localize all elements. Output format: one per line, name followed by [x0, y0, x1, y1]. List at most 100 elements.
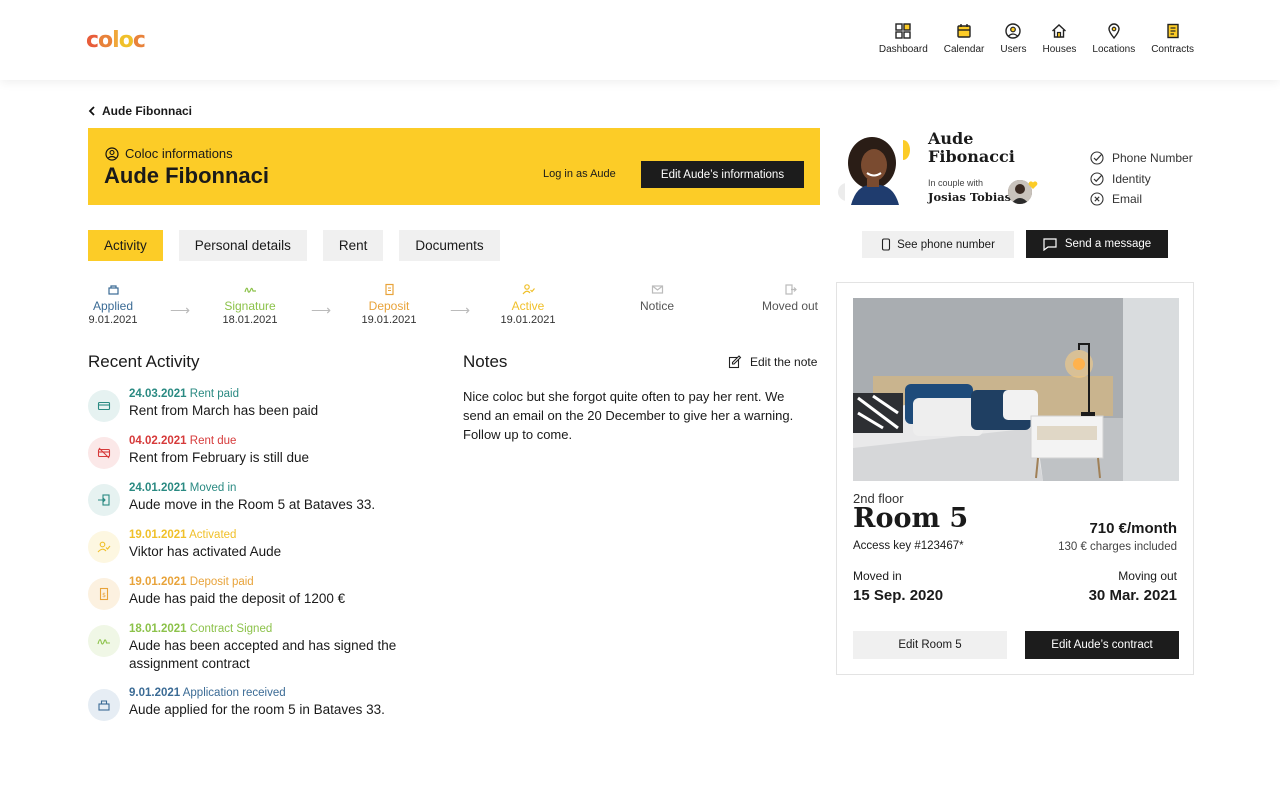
edit-icon — [728, 355, 742, 369]
signature-icon — [88, 625, 120, 657]
verification-list: Phone Number Identity Email — [1090, 148, 1193, 210]
nav-houses-label: Houses — [1042, 44, 1077, 55]
top-bar: coloc Dashboard Calendar Users Houses Lo… — [0, 0, 1280, 80]
svg-text:$: $ — [102, 592, 106, 599]
see-phone-button[interactable]: See phone number — [862, 231, 1014, 258]
login-as-button[interactable]: Log in as Aude — [543, 168, 616, 180]
step-notice: Notice — [636, 283, 678, 313]
tab-activity[interactable]: Activity — [88, 230, 163, 261]
activity-item: 18.01.2021 Contract Signed Aude has been… — [88, 623, 438, 673]
activity-status: Activated — [189, 529, 237, 541]
notes-title: Notes — [463, 352, 508, 371]
mail-icon — [651, 285, 663, 294]
house-key-icon — [107, 285, 119, 295]
recent-activity-title: Recent Activity — [88, 352, 200, 371]
user-circle-icon — [105, 146, 119, 161]
see-phone-label: See phone number — [897, 238, 995, 251]
arrow-right-icon: ⟶ — [170, 302, 191, 318]
activity-item: 04.02.2021 Rent due Rent from February i… — [88, 435, 438, 469]
step-deposit-date: 19.01.2021 — [361, 314, 417, 326]
activity-text: Aude has been accepted and has signed th… — [129, 638, 397, 671]
room-name: Room 5 — [853, 503, 969, 534]
check-email-label: Email — [1112, 192, 1143, 207]
nav-dashboard[interactable]: Dashboard — [879, 22, 928, 55]
activity-text: Rent from February is still due — [129, 450, 310, 465]
activity-status: Deposit paid — [189, 576, 254, 588]
back-link-label: Aude Fibonnaci — [102, 104, 192, 118]
receipt-icon — [384, 283, 394, 296]
room-price: 710 €/month — [1089, 520, 1177, 537]
tab-personal-details[interactable]: Personal details — [178, 230, 307, 261]
activity-item: 19.01.2021 Activated Viktor has activate… — [88, 529, 438, 563]
login-icon — [88, 484, 120, 516]
check-phone: Phone Number — [1090, 148, 1193, 169]
nav-calendar[interactable]: Calendar — [943, 22, 985, 55]
activity-status: Moved in — [189, 482, 237, 494]
edit-contract-button[interactable]: Edit Aude’s contract — [1025, 631, 1179, 659]
step-applied: Applied 9.01.2021 — [88, 283, 138, 326]
couple-label: In couple with — [928, 178, 984, 188]
tab-bar: Activity Personal details Rent Documents — [88, 230, 500, 261]
nav-users[interactable]: Users — [1000, 22, 1026, 55]
tab-documents[interactable]: Documents — [399, 230, 500, 261]
document-icon — [1166, 23, 1179, 39]
activity-date: 19.01.2021 — [129, 576, 187, 588]
step-signature-label: Signature — [224, 299, 276, 313]
calendar-icon — [957, 24, 971, 38]
banner-subtitle-text: Coloc informations — [125, 146, 233, 161]
grid-icon — [895, 23, 911, 39]
nav-calendar-label: Calendar — [943, 44, 985, 55]
coloc-banner: Coloc informations Aude Fibonnaci Log in… — [88, 128, 820, 205]
activity-item: 9.01.2021 Application received Aude appl… — [88, 687, 438, 721]
step-deposit-label: Deposit — [368, 299, 410, 313]
step-moved-out-label: Moved out — [761, 299, 819, 313]
edit-informations-button[interactable]: Edit Aude’s informations — [641, 161, 804, 188]
exit-icon — [784, 284, 797, 295]
check-circle-icon — [1090, 172, 1104, 186]
notes-text: Nice coloc but she forgot quite often to… — [463, 389, 794, 442]
edit-note-label: Edit the note — [750, 355, 818, 369]
tab-rent[interactable]: Rent — [322, 230, 384, 261]
activity-date: 9.01.2021 — [129, 687, 181, 699]
edit-note-button[interactable]: Edit the note — [728, 355, 817, 369]
progress-steps: Applied 9.01.2021 ⟶ Signature 18.01.2021… — [88, 283, 820, 333]
step-signature-date: 18.01.2021 — [222, 314, 278, 326]
message-icon — [1043, 237, 1057, 251]
step-active: Active 19.01.2021 — [499, 283, 557, 326]
main-nav: Dashboard Calendar Users Houses Location… — [879, 22, 1194, 55]
step-signature: Signature 18.01.2021 — [218, 283, 282, 326]
check-identity-label: Identity — [1112, 171, 1151, 186]
back-link[interactable]: Aude Fibonnaci — [88, 104, 192, 118]
nav-users-label: Users — [1000, 44, 1027, 55]
activity-text: Aude has paid the deposit of 1200 € — [129, 591, 346, 606]
user-check-icon — [88, 531, 120, 563]
activity-text: Aude applied for the room 5 in Bataves 3… — [129, 702, 385, 717]
arrow-right-icon: ⟶ — [311, 302, 332, 318]
activity-date: 18.01.2021 — [129, 623, 187, 635]
banner-name: Aude Fibonnaci — [104, 163, 269, 188]
user-icon — [1005, 23, 1022, 39]
nav-houses[interactable]: Houses — [1042, 22, 1076, 55]
edit-room-button[interactable]: Edit Room 5 — [853, 631, 1007, 659]
send-message-button[interactable]: Send a message — [1026, 230, 1168, 258]
banner-subtitle: Coloc informations — [105, 146, 233, 161]
profile-name: Aude Fibonacci — [928, 130, 1015, 166]
coloc-logo[interactable]: coloc — [86, 28, 146, 53]
check-email: Email — [1090, 189, 1193, 210]
card-icon — [88, 390, 120, 422]
profile-photo — [837, 131, 911, 205]
check-circle-icon — [1090, 151, 1104, 165]
activity-date: 19.01.2021 — [129, 529, 187, 541]
map-pin-icon — [1108, 23, 1120, 40]
room-card: 2nd floor Room 5 Access key #123467* 710… — [836, 282, 1194, 675]
partner-name[interactable]: Josias Tobias — [928, 190, 1011, 204]
card-off-icon — [88, 437, 120, 469]
nav-contracts[interactable]: Contracts — [1151, 22, 1194, 55]
activity-item: 24.03.2021 Rent paid Rent from March has… — [88, 388, 438, 422]
step-notice-label: Notice — [639, 299, 674, 313]
nav-locations[interactable]: Locations — [1092, 22, 1135, 55]
activity-list: 24.03.2021 Rent paid Rent from March has… — [88, 388, 438, 734]
arrow-right-icon: ⟶ — [450, 302, 471, 318]
activity-date: 24.03.2021 — [129, 388, 187, 400]
activity-text: Aude move in the Room 5 at Bataves 33. — [129, 497, 376, 512]
